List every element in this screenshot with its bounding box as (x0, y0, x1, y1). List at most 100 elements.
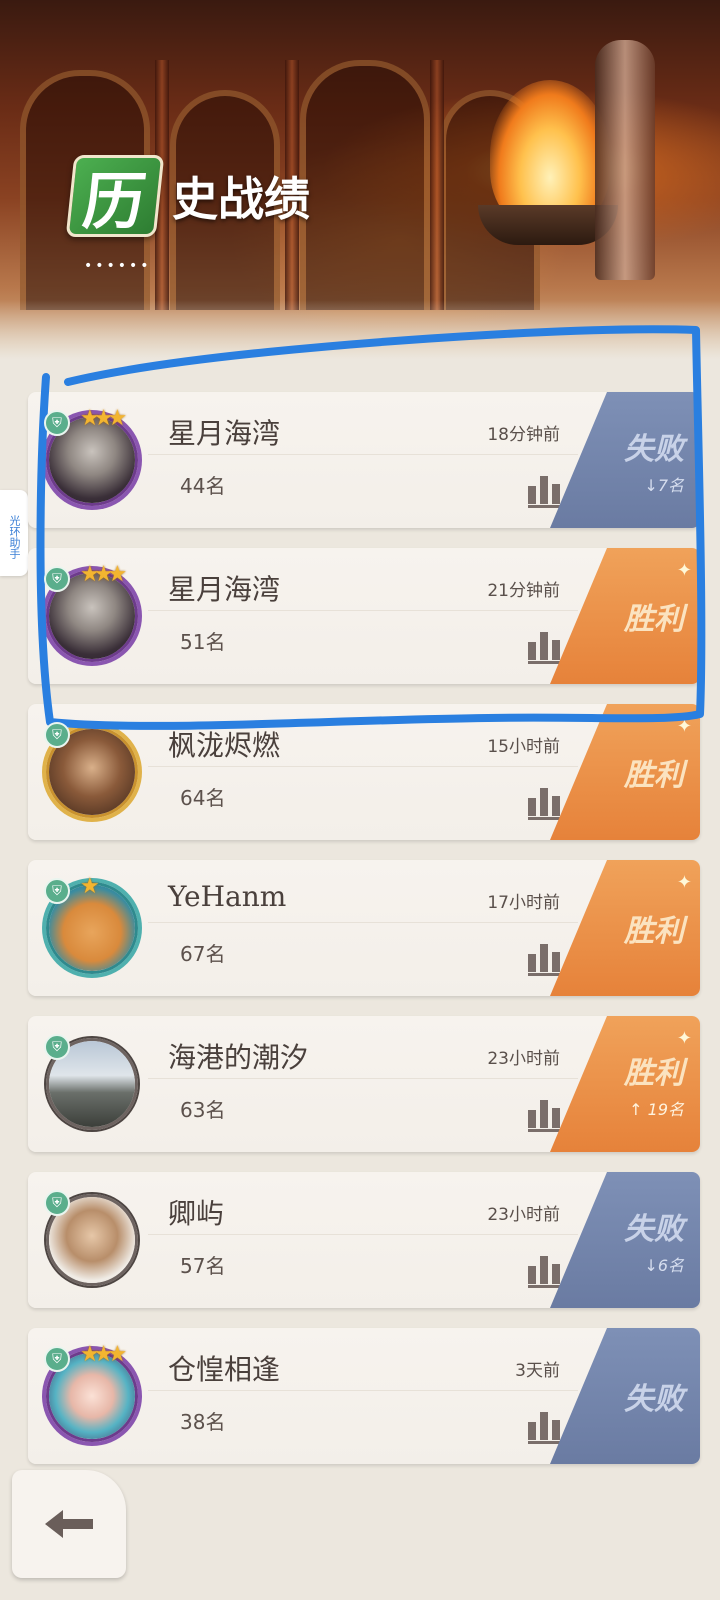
star-rank-icon: ★★★ (80, 406, 127, 431)
bar (552, 640, 560, 660)
player-name: 星月海湾 (168, 573, 281, 606)
player-avatar[interactable]: ⛨ ★ (40, 874, 144, 980)
bar (552, 1264, 560, 1284)
banner-fade (0, 300, 720, 360)
result-badge: ✦ 胜利 (550, 704, 700, 840)
back-button[interactable] (12, 1470, 126, 1578)
bar (528, 642, 536, 660)
bar (552, 484, 560, 504)
player-rank: 57名 (180, 1254, 226, 1278)
star-rank-icon: ★ (80, 874, 100, 899)
sparkle-icon: ✦ (676, 1028, 692, 1049)
result-badge: 失败 ↓6名 (550, 1172, 700, 1308)
player-avatar[interactable]: ⛨ ★★★ (40, 406, 144, 512)
match-card[interactable]: ⛨ ★★★ 仓惶相逢 38名 3天前 失败 (28, 1328, 700, 1464)
match-card[interactable]: ⛨ 卿屿 57名 23小时前 失败 ↓6名 (28, 1172, 700, 1308)
bar-chart-icon[interactable] (528, 786, 562, 820)
result-text: 失败 (624, 1212, 684, 1247)
star-rank-icon: ★★★ (80, 1342, 127, 1367)
bar (552, 1420, 560, 1440)
page-title: 历 史战绩 (65, 155, 310, 238)
bar-chart-icon[interactable] (528, 1410, 562, 1444)
result-badge: 失败 ↓7名 (550, 392, 700, 528)
bar-chart-icon[interactable] (528, 474, 562, 508)
card-divider (148, 766, 578, 767)
bar-base (528, 661, 562, 664)
sparkle-icon: ✦ (676, 716, 692, 737)
sparkle-icon: ✦ (676, 560, 692, 581)
shield-icon: ⛨ (44, 410, 70, 436)
player-name: 卿屿 (168, 1197, 225, 1230)
card-divider (148, 1234, 578, 1235)
player-name: 仓惶相逢 (168, 1353, 281, 1386)
player-name: 星月海湾 (168, 417, 281, 450)
bar (528, 1422, 536, 1440)
card-divider (148, 1390, 578, 1391)
match-card[interactable]: ⛨ 海港的潮汐 63名 23小时前 ✦ 胜利 ↑ 19名 (28, 1016, 700, 1152)
bar (552, 952, 560, 972)
shield-icon: ⛨ (44, 566, 70, 592)
match-time: 23小时前 (487, 1049, 560, 1069)
result-text: 胜利 (624, 1056, 684, 1091)
match-card[interactable]: ⛨ ★★★ 星月海湾 51名 21分钟前 ✦ 胜利 (28, 548, 700, 684)
match-time: 15小时前 (487, 737, 560, 757)
result-text: 胜利 (624, 758, 684, 793)
player-name: 枫泷烬燃 (168, 729, 281, 762)
bar-base (528, 817, 562, 820)
bar (540, 1100, 548, 1128)
rank-change: ↓7名 (644, 476, 684, 495)
bar (540, 632, 548, 660)
card-divider (148, 922, 578, 923)
bar-chart-icon[interactable] (528, 630, 562, 664)
bar-chart-icon[interactable] (528, 1098, 562, 1132)
result-badge: ✦ 胜利 ↑ 19名 (550, 1016, 700, 1152)
player-rank: 64名 (180, 786, 226, 810)
background-arch (300, 60, 430, 310)
side-assistant-tab[interactable]: 光环助手 (0, 490, 28, 576)
title-badge: 历 (65, 155, 165, 238)
bar-chart-icon[interactable] (528, 942, 562, 976)
card-divider (148, 1078, 578, 1079)
shield-icon: ⛨ (44, 1346, 70, 1372)
statue (595, 40, 655, 280)
player-avatar[interactable]: ⛨ (40, 720, 144, 824)
match-card[interactable]: ⛨ ★ YeHanm 67名 17小时前 ✦ 胜利 (28, 860, 700, 996)
bar-base (528, 505, 562, 508)
bar (540, 1412, 548, 1440)
player-name: 海港的潮汐 (168, 1041, 309, 1074)
title-dots: •••••• (84, 258, 152, 274)
player-rank: 44名 (180, 474, 226, 498)
card-divider (148, 454, 578, 455)
bar (540, 1256, 548, 1284)
match-time: 17小时前 (487, 893, 560, 913)
bar (540, 788, 548, 816)
bar (540, 476, 548, 504)
bar (552, 796, 560, 816)
player-avatar[interactable]: ⛨ (40, 1032, 144, 1136)
player-rank: 38名 (180, 1410, 226, 1434)
bar (528, 486, 536, 504)
bar-base (528, 1441, 562, 1444)
bar-chart-icon[interactable] (528, 1254, 562, 1288)
match-card[interactable]: ⛨ 枫泷烬燃 64名 15小时前 ✦ 胜利 (28, 704, 700, 840)
shield-icon: ⛨ (44, 722, 70, 748)
match-time: 23小时前 (487, 1205, 560, 1225)
bar (540, 944, 548, 972)
player-avatar[interactable]: ⛨ ★★★ (40, 562, 144, 668)
result-text: 胜利 (624, 602, 684, 637)
match-time: 21分钟前 (487, 581, 560, 601)
title-text: 史战绩 (172, 172, 310, 226)
result-badge: ✦ 胜利 (550, 548, 700, 684)
rank-change: ↓6名 (644, 1256, 684, 1275)
player-rank: 67名 (180, 942, 226, 966)
player-rank: 63名 (180, 1098, 226, 1122)
result-text: 失败 (624, 1382, 684, 1417)
match-card[interactable]: ⛨ ★★★ 星月海湾 44名 18分钟前 失败 ↓7名 (28, 392, 700, 528)
shield-icon: ⛨ (44, 878, 70, 904)
back-arrow-icon (45, 1510, 93, 1538)
player-avatar[interactable]: ⛨ ★★★ (40, 1342, 144, 1448)
player-avatar[interactable]: ⛨ (40, 1188, 144, 1292)
shield-icon: ⛨ (44, 1034, 70, 1060)
result-text: 胜利 (624, 914, 684, 949)
result-badge: ✦ 胜利 (550, 860, 700, 996)
